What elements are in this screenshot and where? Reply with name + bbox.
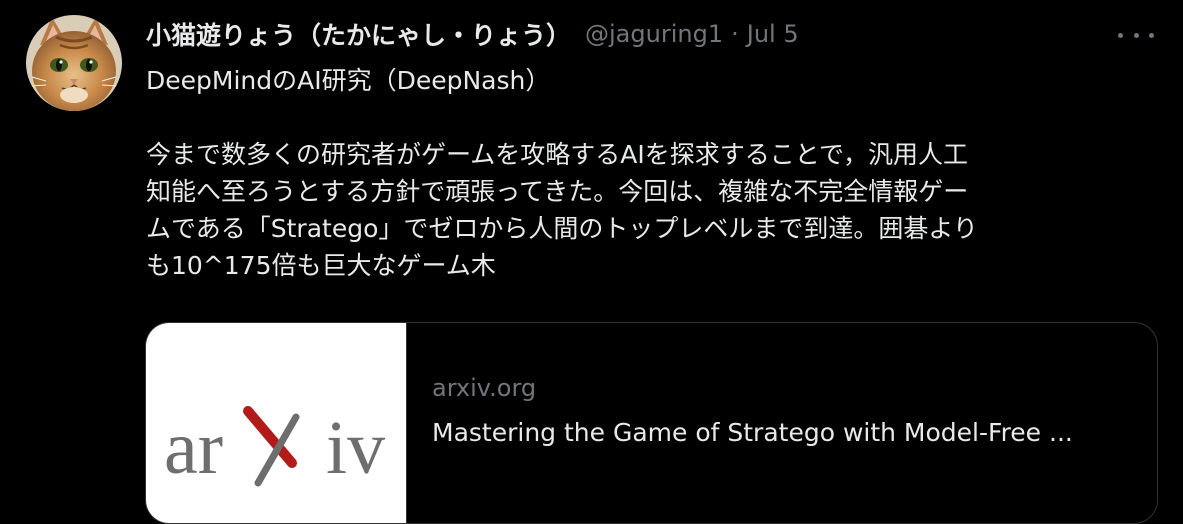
tweet-header: 小猫遊りょう（たかにゃし・りょう） @jaguring1 · Jul 5 [146,14,799,54]
tweet-text-line: DeepMindのAI研究（DeepNash） [146,66,551,95]
tweet-date[interactable]: Jul 5 [747,20,799,48]
more-dots-icon[interactable] [1118,22,1154,48]
tweet-text: DeepMindのAI研究（DeepNash） 今まで数多くの研究者がゲームを攻… [146,62,1146,284]
separator-dot: · [731,20,739,48]
avatar[interactable] [26,15,122,111]
tweet-text-line: 今まで数多くの研究者がゲームを攻略するAIを探求することで，汎用人工 [146,140,968,169]
card-thumbnail: ar iv [146,323,407,523]
user-handle[interactable]: @jaguring1 [585,20,723,48]
tweet[interactable]: 小猫遊りょう（たかにゃし・りょう） @jaguring1 · Jul 5 Dee… [0,0,1183,524]
tweet-text-line: も10^175倍も巨大なゲーム木 [146,251,496,280]
more-dot [1149,32,1154,38]
card-title[interactable]: Mastering the Game of Stratego with Mode… [432,417,1132,449]
card-domain: arxiv.org [432,374,537,402]
card-info: arxiv.org Mastering the Game of Stratego… [432,373,1132,449]
svg-text:ar: ar [164,406,223,490]
cat-avatar-image [26,15,122,111]
link-card[interactable]: ar iv arxiv.org Mastering the Game of St… [145,322,1158,524]
more-dot [1118,32,1123,38]
arxiv-logo: ar iv [164,406,385,490]
display-name[interactable]: 小猫遊りょう（たかにゃし・りょう） [146,16,571,52]
tweet-text-line: ムである「Stratego」でゼロから人間のトップレベルまで到達。囲碁より [146,214,978,243]
svg-text:iv: iv [326,406,385,490]
more-dot [1133,32,1139,38]
tweet-text-line: 知能へ至ろうとする方針で頑張ってきた。今回は、複雑な不完全情報ゲー [146,177,969,206]
